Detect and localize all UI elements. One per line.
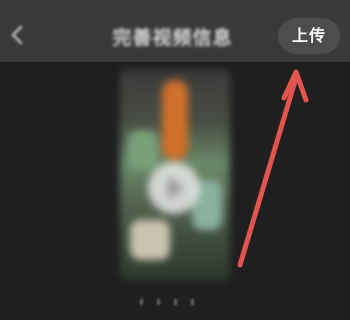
dot <box>140 299 143 305</box>
video-thumbnail[interactable] <box>120 70 230 280</box>
upload-button[interactable]: 上传 <box>278 18 340 54</box>
thumbnail-figure <box>162 80 188 160</box>
thumbnail-detail <box>128 130 158 170</box>
chevron-left-icon[interactable] <box>8 24 26 46</box>
pagination-dots <box>140 290 210 305</box>
top-bar: 完善视频信息 上传 <box>0 0 350 62</box>
dot <box>174 299 177 305</box>
page-title: 完善视频信息 <box>112 27 233 49</box>
dot <box>191 299 194 305</box>
thumbnail-detail <box>130 220 170 260</box>
play-icon[interactable] <box>148 162 200 214</box>
dot <box>157 299 160 305</box>
